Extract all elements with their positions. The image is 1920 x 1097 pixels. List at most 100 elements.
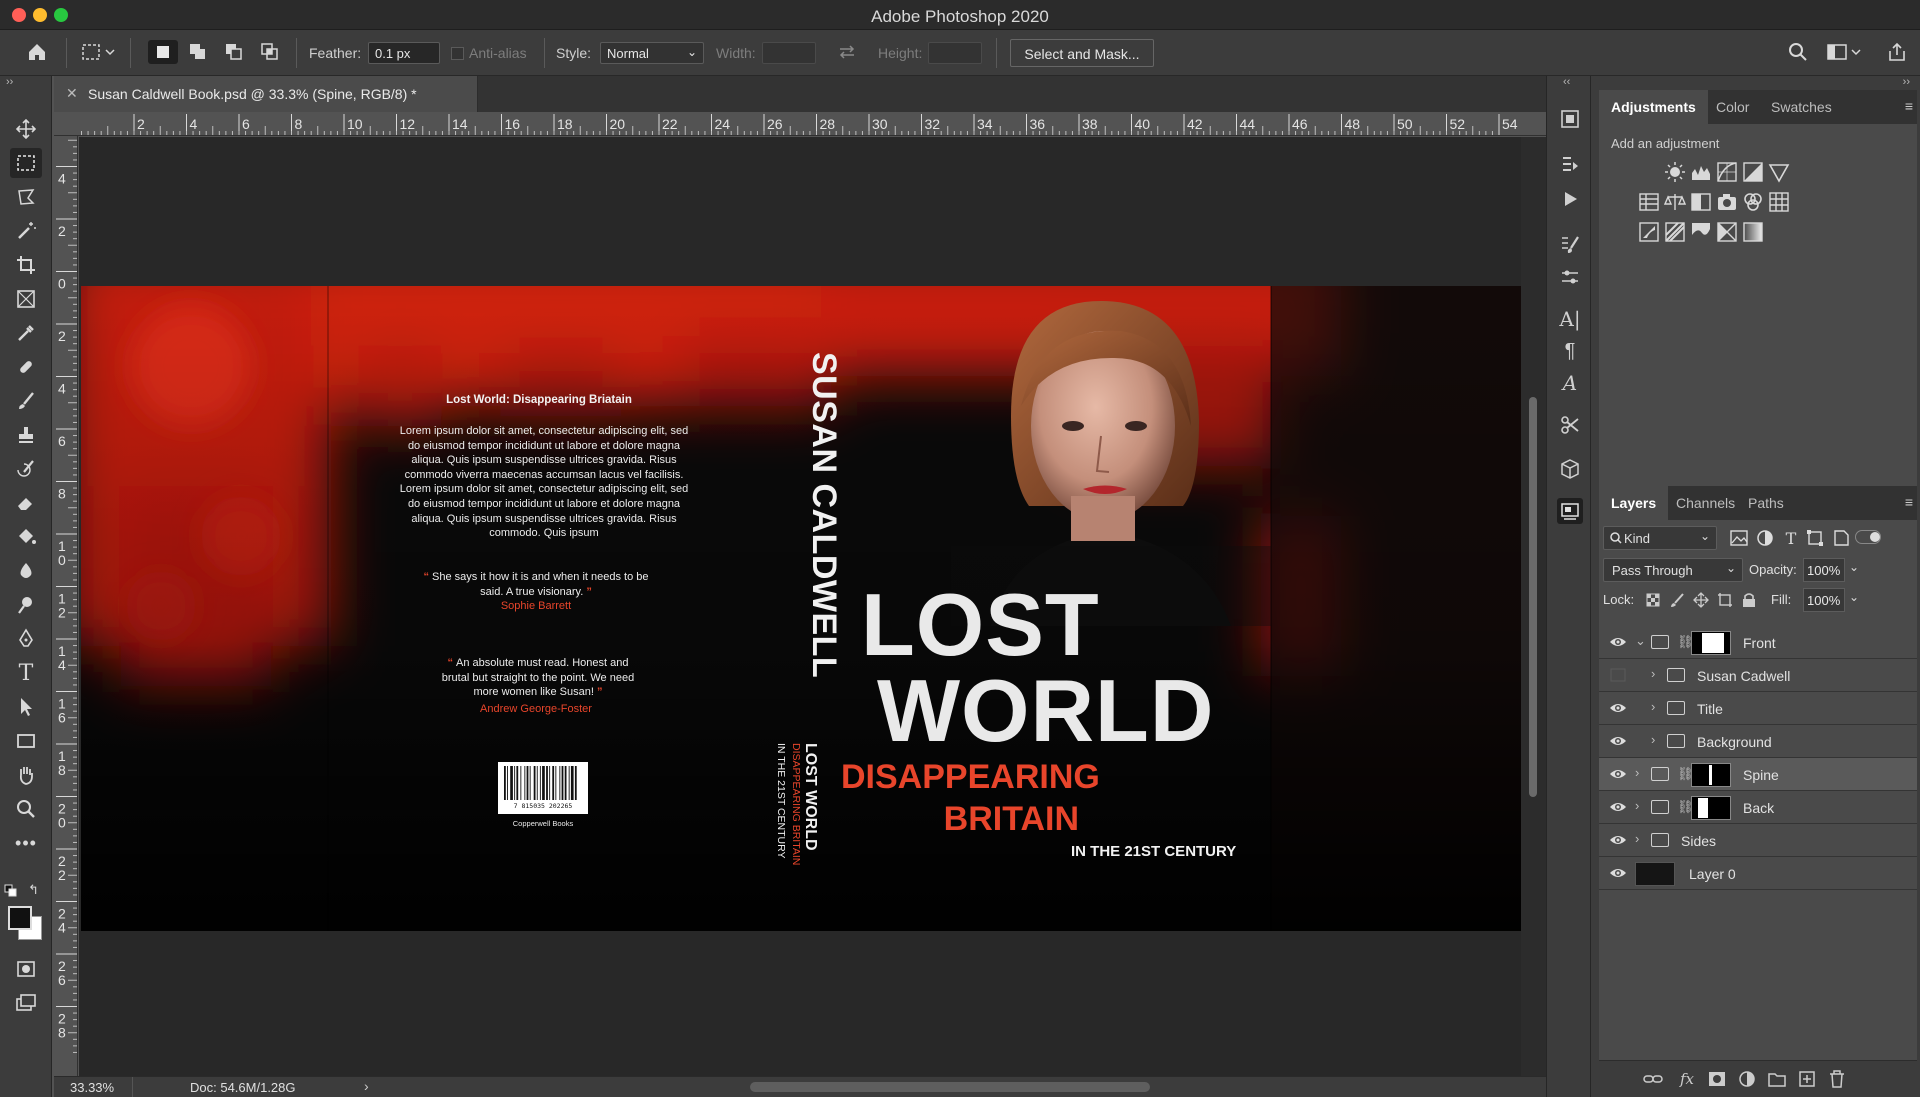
share-icon[interactable] [1884,40,1910,64]
curves-icon[interactable] [1715,160,1739,184]
scrollbar-thumb[interactable] [1529,397,1537,797]
chevron-right-icon[interactable]: › [1635,831,1639,846]
glyphs-panel-icon[interactable]: A [1557,370,1583,396]
dodge-tool-icon[interactable] [10,590,42,620]
color-balance-icon[interactable] [1663,190,1687,214]
layer-filter-select[interactable]: Kind ⌄ [1603,526,1717,550]
pen-tool-icon[interactable] [10,624,42,654]
delete-layer-icon[interactable] [1825,1067,1849,1091]
layer-row[interactable]: ⌄ ⛓ Front [1599,626,1917,659]
opacity-dropdown-icon[interactable]: ⌄ [1849,560,1859,574]
vertical-scrollbar[interactable] [1521,137,1546,1076]
layer-row[interactable]: Layer 0 [1599,857,1917,890]
chevron-right-icon[interactable]: › [1651,732,1655,747]
add-mask-icon[interactable] [1705,1067,1729,1091]
layer-row[interactable]: › Susan Cadwell [1599,659,1917,692]
opacity-input[interactable]: 100% [1803,558,1845,582]
lock-transparent-icon[interactable] [1641,588,1665,612]
threshold-icon[interactable] [1689,220,1713,244]
layers-menu-icon[interactable]: ≡ [1905,494,1913,510]
blend-mode-select[interactable]: Pass Through ⌄ [1603,558,1743,582]
tab-paths[interactable]: Paths [1736,486,1796,520]
zoom-tool-icon[interactable] [10,794,42,824]
tab-adjustments[interactable]: Adjustments [1599,90,1708,124]
layer-row[interactable]: › Background [1599,725,1917,758]
status-menu-icon[interactable]: › [364,1078,369,1094]
rectangle-tool-icon[interactable] [10,726,42,756]
chevron-right-icon[interactable]: › [1651,699,1655,714]
subtract-selection-icon[interactable] [220,40,248,64]
move-tool-icon[interactable] [10,114,42,144]
filter-type-icon[interactable]: T [1779,526,1803,550]
eye-icon[interactable] [1609,701,1627,715]
collapse-toolbar-icon[interactable]: ›› [6,76,13,88]
chevron-right-icon[interactable]: › [1635,765,1639,780]
levels-icon[interactable] [1689,160,1713,184]
lock-position-icon[interactable] [1689,588,1713,612]
type-tool-icon[interactable]: T [10,658,42,688]
hue-saturation-icon[interactable] [1637,190,1661,214]
black-white-icon[interactable] [1689,190,1713,214]
antialias-checkbox[interactable] [451,47,464,60]
add-selection-icon[interactable] [184,40,212,64]
path-selection-tool-icon[interactable] [10,692,42,722]
frame-tool-icon[interactable] [10,284,42,314]
swap-icon[interactable] [834,40,860,64]
layer-mask-thumbnail[interactable] [1691,796,1731,820]
eye-icon[interactable] [1609,767,1627,781]
brightness-contrast-icon[interactable] [1663,160,1687,184]
more-tools-icon[interactable]: ••• [10,828,42,858]
select-and-mask-button[interactable]: Select and Mask... [1010,39,1154,67]
new-adjustment-layer-icon[interactable] [1735,1067,1759,1091]
close-document-icon[interactable]: ✕ [66,85,78,102]
3d-panel-icon[interactable] [1557,456,1583,482]
lock-pixels-icon[interactable] [1665,588,1689,612]
eraser-tool-icon[interactable] [10,488,42,518]
lasso-tool-icon[interactable] [10,182,42,212]
zoom-level[interactable]: 33.33% [70,1080,114,1095]
new-selection-icon[interactable] [148,40,178,64]
quick-mask-icon[interactable] [10,954,42,984]
chevron-right-icon[interactable]: › [1651,666,1655,681]
intersect-selection-icon[interactable] [256,40,284,64]
eye-icon[interactable] [1609,734,1627,748]
width-input[interactable] [762,42,816,64]
horizontal-ruler[interactable]: 2 4 6 8 10 12 14 16 18 20 22 24 26 28 30 32 34 36 38 40 42 44… [54,112,1546,136]
crop-tool-icon[interactable] [10,250,42,280]
tab-color[interactable]: Color [1704,90,1761,124]
adjustments-menu-icon[interactable]: ≡ [1905,98,1913,114]
default-colors-icon[interactable] [4,884,18,898]
visibility-off-icon[interactable] [1609,668,1627,682]
book-cover-artwork[interactable]: Lost World: Disappearing Briatain Lorem … [81,286,1521,931]
brush-settings-panel-icon[interactable] [1557,232,1583,258]
fill-dropdown-icon[interactable]: ⌄ [1849,590,1859,604]
height-input[interactable] [928,42,982,64]
filter-toggle[interactable] [1855,530,1881,544]
filter-shape-icon[interactable] [1803,526,1827,550]
home-icon[interactable] [22,40,52,64]
style-select[interactable]: Normal ⌄ [600,42,704,64]
new-group-icon[interactable] [1765,1067,1789,1091]
layer-comps-panel-icon[interactable] [1557,498,1583,524]
gradient-map-icon[interactable] [1741,220,1765,244]
vibrance-icon[interactable] [1767,160,1791,184]
lock-artboard-icon[interactable] [1713,588,1737,612]
channel-mixer-icon[interactable] [1741,190,1765,214]
workspace-icon[interactable] [1824,40,1864,64]
rectangular-marquee-tool-icon[interactable] [10,148,42,178]
play-icon[interactable] [1557,186,1583,212]
chevron-right-icon[interactable]: › [1635,798,1639,813]
tab-layers[interactable]: Layers [1599,486,1669,520]
collapse-panels-icon[interactable]: ›› [1903,76,1910,88]
vertical-ruler[interactable]: 6420246810121416182022242628 [54,136,78,1076]
layer-row[interactable]: › Sides [1599,824,1917,857]
eye-icon[interactable] [1609,866,1627,880]
tab-channels[interactable]: Channels [1664,486,1747,520]
paragraph-panel-icon[interactable]: ¶ [1557,338,1583,364]
eye-icon[interactable] [1609,800,1627,814]
new-layer-icon[interactable] [1795,1067,1819,1091]
feather-input[interactable]: 0.1 px [368,42,440,64]
history-panel-icon[interactable] [1557,106,1583,132]
layer-mask-thumbnail[interactable] [1691,763,1731,787]
brush-presets-panel-icon[interactable] [1557,264,1583,290]
